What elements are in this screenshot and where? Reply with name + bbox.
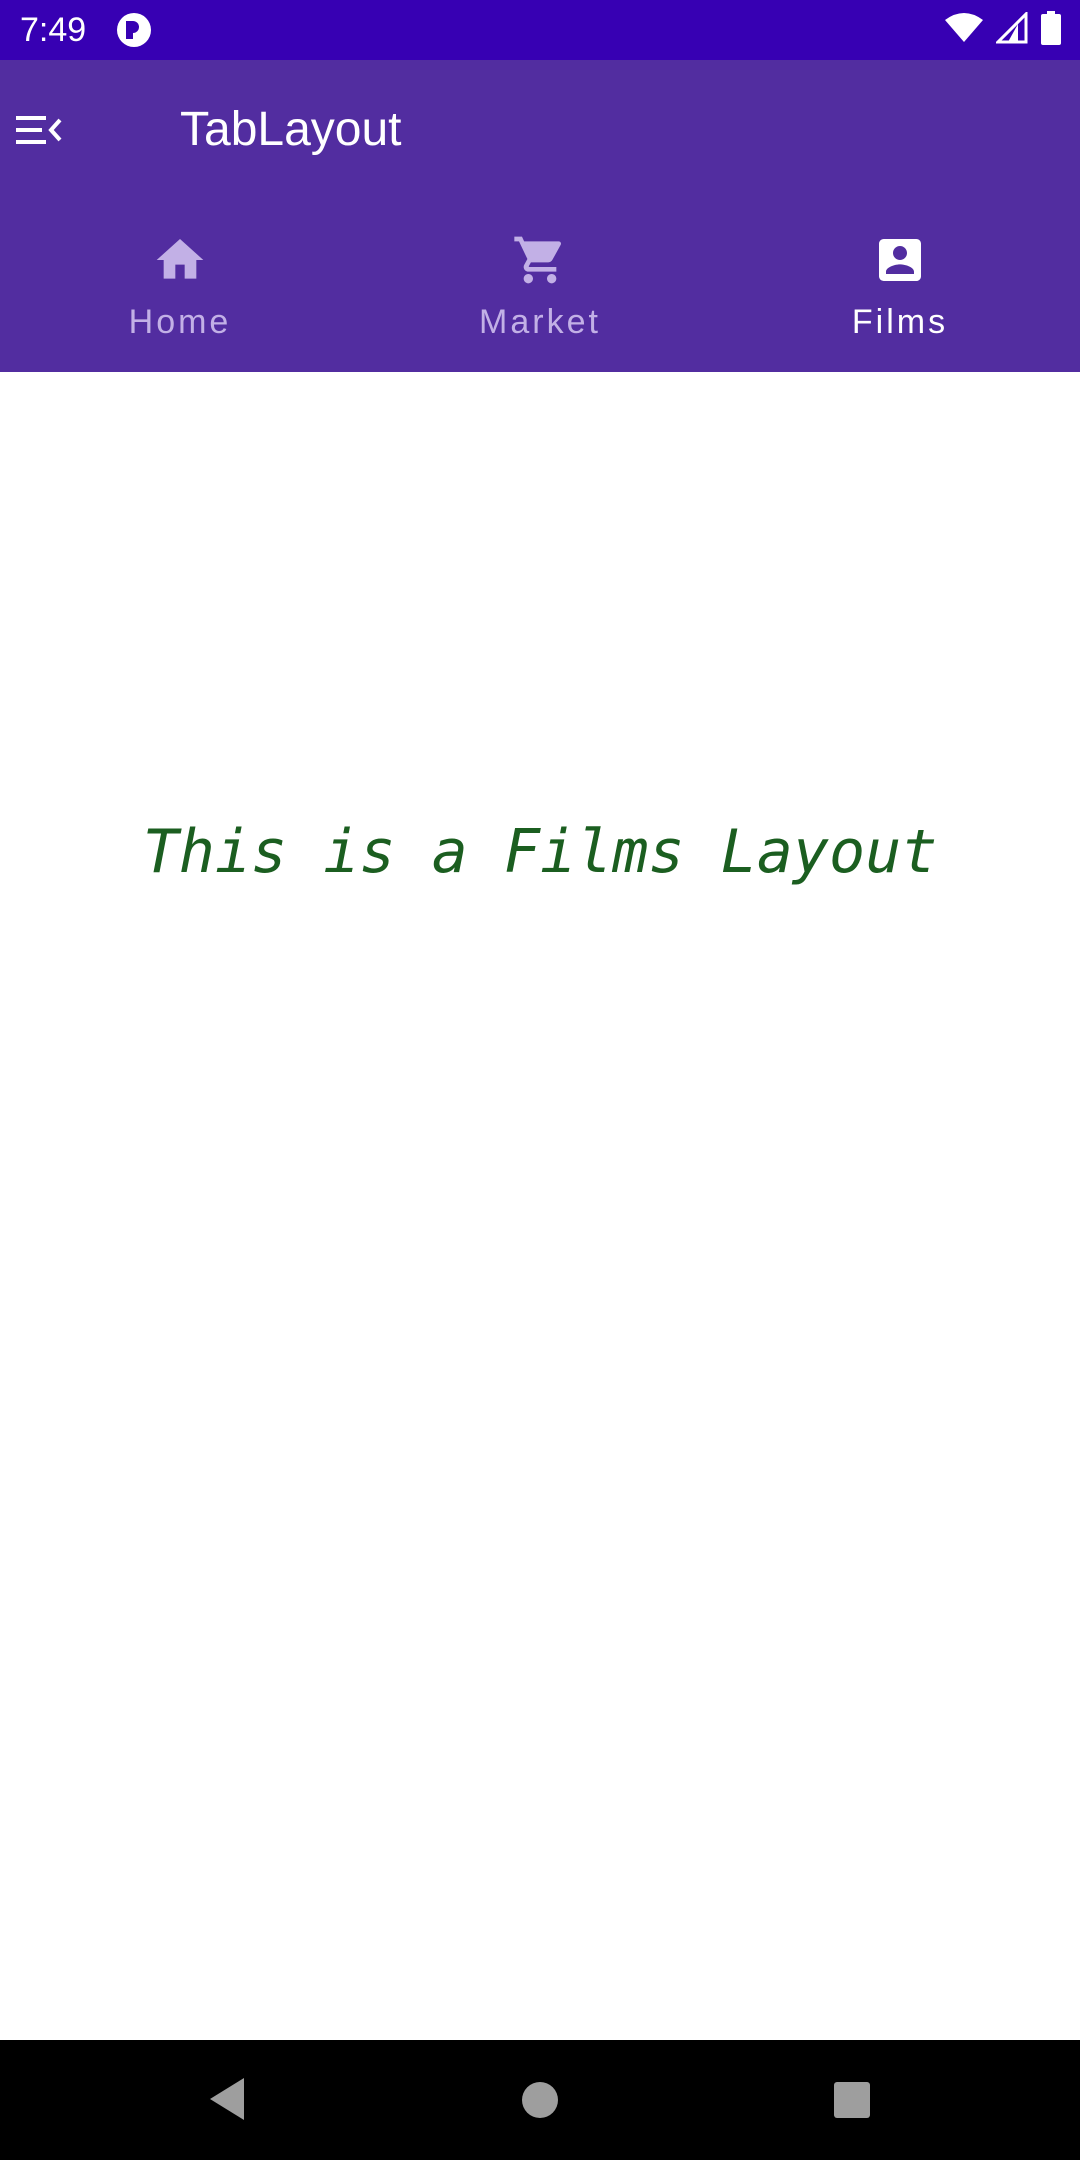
account-box-icon [872, 232, 928, 288]
recents-icon[interactable] [826, 2074, 878, 2126]
app-title: TabLayout [180, 103, 402, 156]
tab-label: Market [479, 303, 601, 341]
notification-app-icon [116, 12, 152, 48]
tab-label: Films [851, 303, 949, 341]
films-content [0, 372, 1080, 2040]
content-message: This is a Films Layout [142, 817, 938, 887]
signal-icon [994, 9, 1028, 49]
home-circle-icon[interactable] [514, 2074, 566, 2126]
cart-icon [512, 232, 568, 288]
tab-market[interactable]: Market [360, 200, 720, 372]
wifi-icon [944, 12, 984, 49]
tab-films[interactable]: Films [720, 200, 1080, 372]
tab-bar: Home Market Films [0, 200, 1080, 372]
menu-collapse-icon[interactable] [14, 111, 64, 151]
app-toolbar: TabLayout [0, 60, 1080, 200]
status-time: 7:49 [20, 11, 87, 49]
tab-home[interactable]: Home [0, 200, 360, 372]
battery-icon [1040, 10, 1062, 50]
home-icon [152, 232, 208, 288]
back-icon[interactable] [204, 2074, 256, 2126]
tab-label: Home [128, 303, 232, 341]
status-icons [944, 9, 1062, 50]
status-bar: 7:49 [0, 0, 1080, 60]
system-nav-bar [0, 2040, 1080, 2160]
